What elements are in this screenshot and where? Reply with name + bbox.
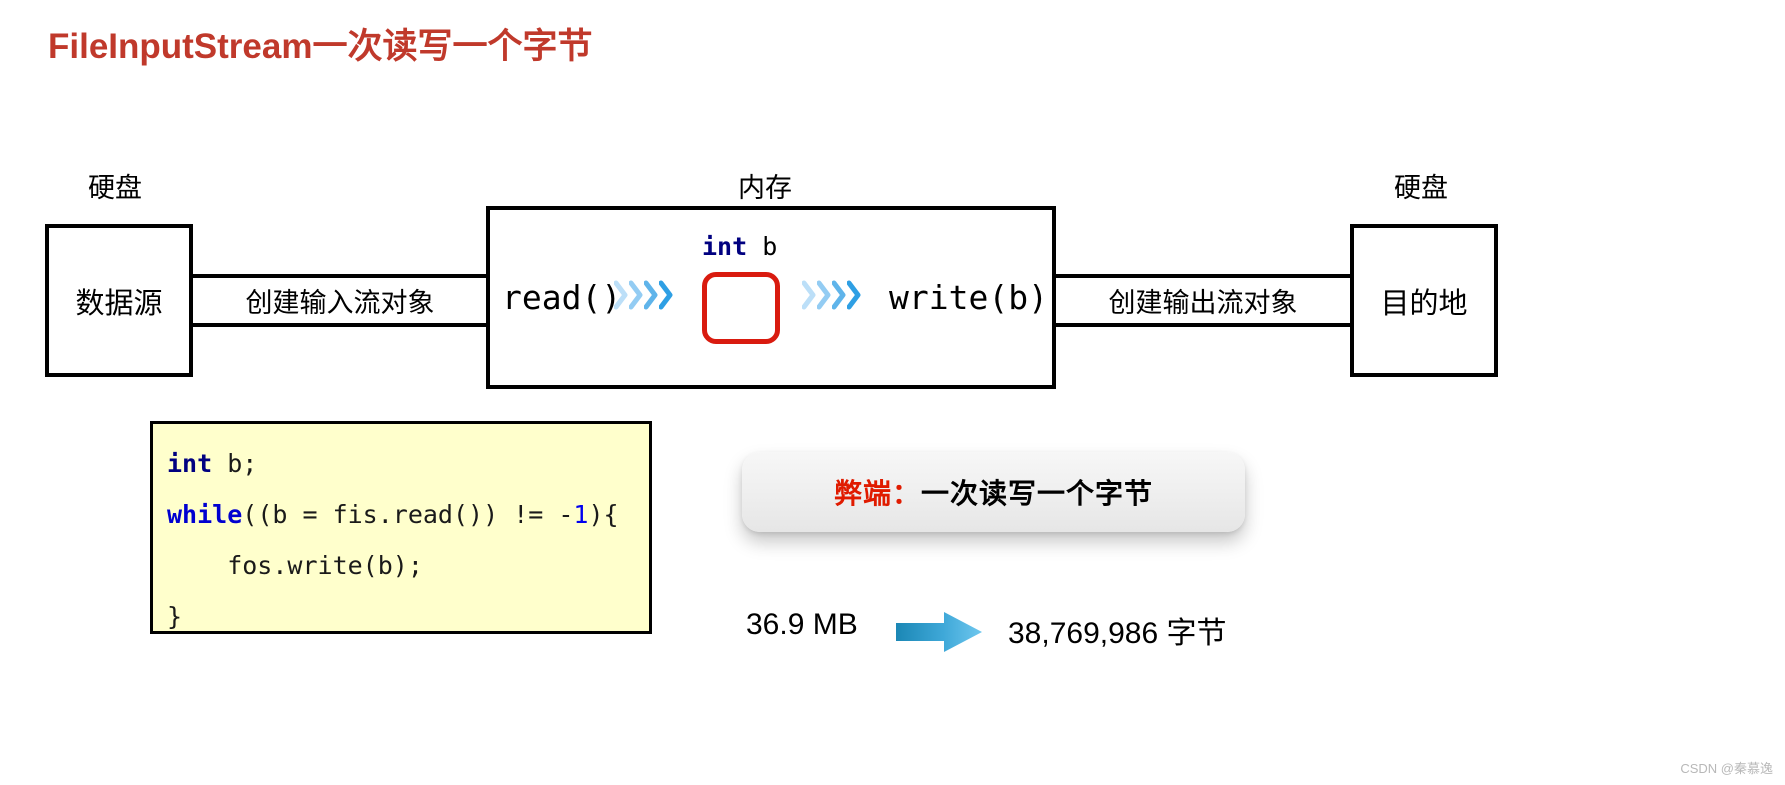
code-line-2-mid: ((b = fis.read()) != - — [242, 500, 574, 529]
code-block: int b; while((b = fis.read()) != -1){ fo… — [150, 421, 652, 634]
source-box-label: 数据源 — [75, 287, 163, 320]
right-disk-caption: 硬盘 — [1394, 173, 1448, 203]
read-call-label: read() — [502, 278, 622, 317]
drawback-label: 弊端： — [833, 478, 921, 509]
output-stream-rail-label: 创建输出流对象 — [1108, 288, 1298, 318]
chevron-right-icon — [832, 280, 846, 310]
chevron-right-icon — [817, 280, 831, 310]
code-line-2: while((b = fis.read()) != -1){ — [167, 489, 649, 540]
left-disk-caption: 硬盘 — [88, 173, 142, 203]
chevron-right-icon — [614, 280, 628, 310]
variable-spacer — [747, 232, 762, 261]
write-flow-arrows — [802, 280, 861, 310]
variable-name: b — [762, 232, 778, 261]
write-call-label: write(b) — [889, 278, 1048, 317]
chevron-right-icon — [644, 280, 658, 310]
code-line-1-rest: b; — [212, 449, 258, 478]
size-comparison-row: 36.9 MB 38,769,986 字节 — [746, 608, 1266, 654]
chevron-right-icon — [629, 280, 643, 310]
size-megabytes: 36.9 MB — [746, 608, 858, 641]
drawback-body: 一次读写一个字节 — [921, 478, 1154, 509]
code-line-1: int b; — [167, 438, 649, 489]
memory-caption: 内存 — [738, 173, 792, 203]
code-line-3: fos.write(b); — [167, 551, 423, 580]
arrow-right-icon — [894, 610, 984, 654]
memory-box: int b read() write(b) — [486, 206, 1056, 389]
input-stream-rail: 创建输入流对象 — [190, 274, 490, 327]
watermark: CSDN @秦慕逸 — [1680, 761, 1773, 776]
page-title: FileInputStream一次读写一个字节 — [48, 27, 593, 66]
input-stream-rail-label: 创建输入流对象 — [245, 288, 435, 318]
chevron-right-icon — [802, 280, 816, 310]
drawback-callout-text: 弊端：一次读写一个字节 — [834, 472, 1153, 512]
source-box: 数据源 — [45, 224, 193, 377]
chevron-right-icon — [847, 280, 861, 310]
code-line-4: } — [167, 602, 183, 631]
output-stream-rail: 创建输出流对象 — [1052, 274, 1354, 327]
size-bytes: 38,769,986 字节 — [1008, 617, 1227, 650]
code-keyword-int: int — [167, 449, 213, 478]
variable-declaration: int b — [702, 232, 777, 261]
chevron-right-icon — [659, 280, 673, 310]
destination-box-label: 目的地 — [1380, 287, 1468, 320]
byte-slot — [702, 272, 780, 344]
destination-box: 目的地 — [1350, 224, 1498, 377]
code-line-2-end: ){ — [588, 500, 619, 529]
code-literal-one: 1 — [573, 500, 589, 529]
code-keyword-while: while — [167, 500, 243, 529]
drawback-callout: 弊端：一次读写一个字节 — [742, 452, 1245, 532]
variable-type: int — [702, 232, 748, 261]
read-flow-arrows — [614, 280, 673, 310]
